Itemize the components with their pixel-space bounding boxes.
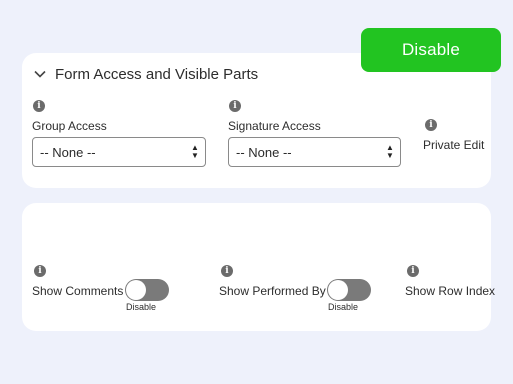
group-access-value: -- None -- bbox=[40, 144, 96, 160]
visible-parts-card bbox=[22, 203, 491, 331]
info-icon[interactable]: i bbox=[33, 100, 45, 112]
toggle-knob bbox=[126, 280, 146, 300]
show-performed-by-toggle[interactable] bbox=[327, 279, 371, 301]
info-icon[interactable]: i bbox=[221, 265, 233, 277]
show-comments-toggle[interactable] bbox=[125, 279, 169, 301]
info-icon[interactable]: i bbox=[407, 265, 419, 277]
show-performed-by-label: Show Performed By bbox=[219, 284, 326, 298]
toggle-knob bbox=[328, 280, 348, 300]
show-comments-state: Disable bbox=[126, 302, 157, 312]
chevron-down-icon[interactable] bbox=[33, 67, 47, 81]
info-icon[interactable]: i bbox=[425, 119, 437, 131]
group-access-select[interactable]: -- None -- ▲ ▼ bbox=[32, 137, 206, 167]
group-access-label: Group Access bbox=[32, 119, 107, 133]
private-edit-label: Private Edit bbox=[423, 138, 485, 152]
info-icon[interactable]: i bbox=[34, 265, 46, 277]
disable-button[interactable]: Disable bbox=[361, 28, 501, 72]
select-arrows-icon: ▲ ▼ bbox=[191, 143, 199, 160]
show-performed-by-state: Disable bbox=[328, 302, 359, 312]
signature-access-value: -- None -- bbox=[236, 144, 292, 160]
show-comments-label: Show Comments bbox=[32, 284, 124, 298]
show-row-index-label: Show Row Index bbox=[405, 284, 496, 298]
signature-access-select[interactable]: -- None -- ▲ ▼ bbox=[228, 137, 401, 167]
select-arrows-icon: ▲ ▼ bbox=[386, 143, 394, 160]
section-title: Form Access and Visible Parts bbox=[55, 65, 259, 83]
signature-access-label: Signature Access bbox=[228, 119, 321, 133]
section-header[interactable]: Form Access and Visible Parts bbox=[33, 64, 258, 84]
info-icon[interactable]: i bbox=[229, 100, 241, 112]
